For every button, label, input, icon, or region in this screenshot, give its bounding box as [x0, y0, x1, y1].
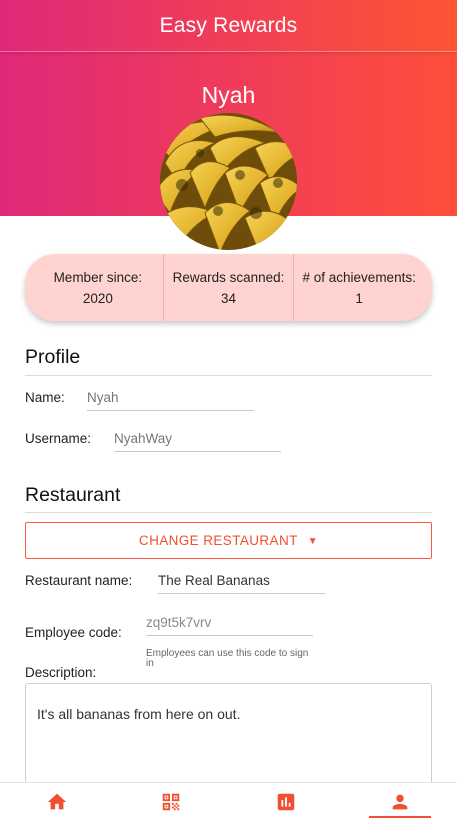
app-title: Easy Rewards: [159, 13, 298, 37]
section-divider: [25, 375, 432, 376]
username-input[interactable]: [114, 426, 281, 452]
app-bar: Easy Rewards: [0, 0, 457, 52]
name-input[interactable]: [87, 385, 254, 411]
restaurant-name-label: Restaurant name:: [25, 573, 133, 588]
stat-member-since: Member since: 2020: [33, 254, 163, 321]
nav-scan[interactable]: [114, 783, 228, 821]
employee-code-label: Employee code:: [25, 625, 122, 640]
chevron-down-icon: ▼: [307, 536, 319, 547]
change-restaurant-label: CHANGE RESTAURANT: [138, 533, 298, 548]
profile-section-title: Profile: [25, 346, 81, 368]
stat-label: Member since:: [53, 269, 143, 285]
employee-code-hint: Employees can use this code to sign in: [146, 648, 309, 669]
stats-card: Member since: 2020 Rewards scanned: 34 #…: [25, 254, 432, 321]
stat-value: 1: [355, 290, 363, 306]
restaurant-name-input[interactable]: [158, 568, 325, 594]
section-divider: [25, 512, 432, 513]
nav-home[interactable]: [0, 783, 114, 821]
change-restaurant-button[interactable]: CHANGE RESTAURANT ▼: [25, 522, 432, 559]
description-text: It's all bananas from here on out.: [37, 706, 241, 722]
nav-profile[interactable]: [343, 783, 457, 821]
avatar[interactable]: [160, 113, 297, 250]
employee-code-input[interactable]: [146, 610, 313, 636]
person-icon: [392, 794, 408, 810]
name-label: Name:: [25, 390, 65, 405]
bar-chart-icon: [277, 793, 294, 811]
profile-name: Nyah: [201, 82, 256, 108]
username-label: Username:: [25, 431, 92, 446]
home-icon: [47, 793, 67, 810]
description-label: Description:: [25, 665, 97, 680]
banana-photo: [160, 113, 297, 250]
restaurant-section-title: Restaurant: [25, 484, 121, 506]
stat-value: 2020: [82, 290, 113, 306]
stat-rewards-scanned: Rewards scanned: 34: [162, 254, 294, 321]
stat-label: # of achievements:: [302, 269, 416, 285]
stat-achievements: # of achievements: 1: [293, 254, 424, 321]
stat-value: 34: [220, 290, 237, 306]
bottom-navigation: [0, 782, 457, 821]
qr-code-icon: [163, 793, 180, 811]
stat-label: Rewards scanned:: [172, 269, 285, 285]
nav-stats[interactable]: [229, 783, 343, 821]
description-textarea[interactable]: It's all bananas from here on out.: [25, 683, 432, 793]
